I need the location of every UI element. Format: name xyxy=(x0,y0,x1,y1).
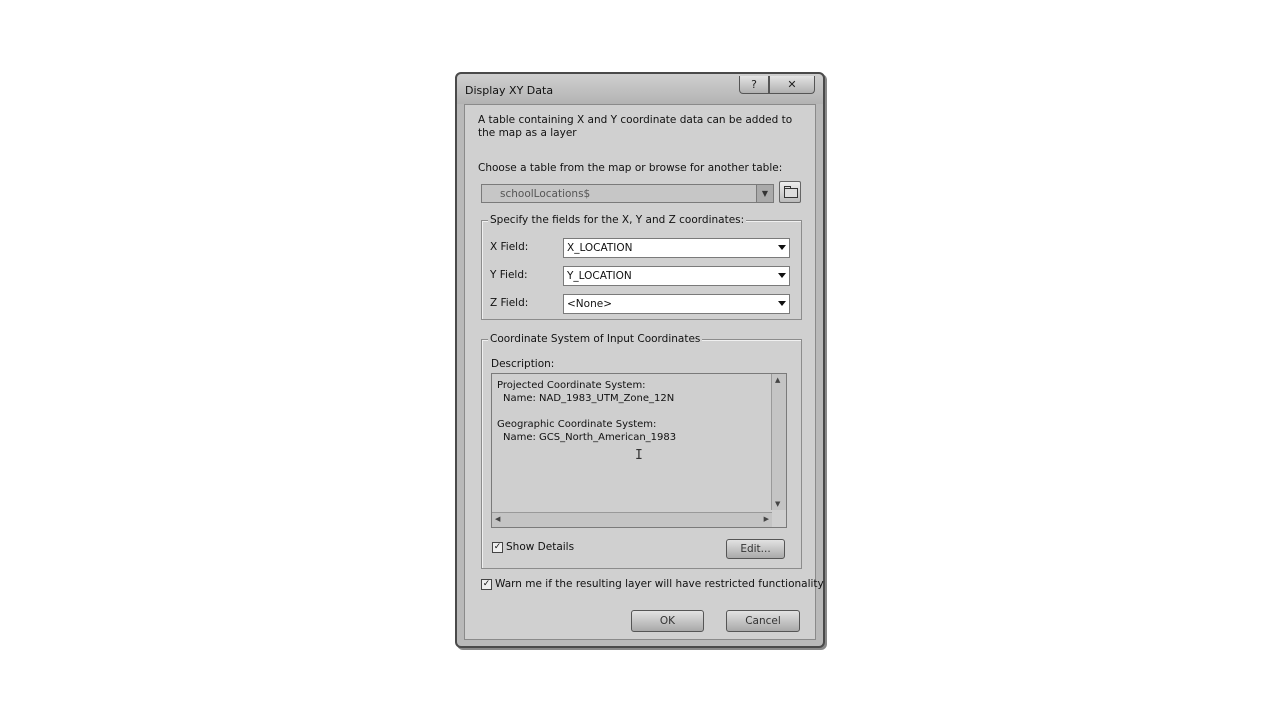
warn-checkbox[interactable]: ✓ xyxy=(481,579,492,590)
browse-table-button[interactable] xyxy=(779,181,801,203)
folder-icon xyxy=(784,188,798,198)
description-label: Description: xyxy=(491,358,555,370)
description-line: Geographic Coordinate System: xyxy=(497,419,657,430)
checkmark-icon: ✓ xyxy=(482,579,491,589)
y-field-select[interactable]: Y_LOCATION xyxy=(563,266,790,286)
table-select-value: schoolLocations$ xyxy=(500,188,591,200)
intro-text: A table containing X and Y coordinate da… xyxy=(478,114,793,139)
help-button[interactable]: ? xyxy=(739,76,769,94)
coordinate-system-legend: Coordinate System of Input Coordinates xyxy=(488,333,703,345)
cancel-button[interactable]: Cancel xyxy=(726,610,800,632)
warn-label: Warn me if the resulting layer will have… xyxy=(495,578,824,590)
z-field-select[interactable]: <None> xyxy=(563,294,790,314)
close-button[interactable]: ✕ xyxy=(769,76,815,94)
scroll-left-icon[interactable]: ◀ xyxy=(495,515,500,523)
y-field-value: Y_LOCATION xyxy=(567,270,632,282)
chevron-down-icon xyxy=(778,273,786,278)
z-field-value: <None> xyxy=(567,298,612,310)
scroll-right-icon[interactable]: ▶ xyxy=(764,515,769,523)
x-field-select[interactable]: X_LOCATION xyxy=(563,238,790,258)
description-line: Projected Coordinate System: xyxy=(497,380,646,391)
x-field-value: X_LOCATION xyxy=(567,242,633,254)
dialog-title: Display XY Data xyxy=(465,84,554,97)
description-line: Name: NAD_1983_UTM_Zone_12N xyxy=(503,393,675,404)
z-field-label: Z Field: xyxy=(490,297,529,309)
close-icon: ✕ xyxy=(787,78,797,91)
x-field-label: X Field: xyxy=(490,241,529,253)
edit-button[interactable]: Edit... xyxy=(726,539,785,559)
show-details-label: Show Details xyxy=(506,541,575,553)
checkmark-icon: ✓ xyxy=(493,542,502,552)
scroll-up-icon[interactable]: ▲ xyxy=(775,376,780,384)
chevron-down-icon xyxy=(778,245,786,250)
y-field-label: Y Field: xyxy=(490,269,528,281)
chevron-down-icon xyxy=(778,301,786,306)
text-cursor-icon: I xyxy=(635,448,643,463)
show-details-checkbox[interactable]: ✓ xyxy=(492,542,503,553)
table-chooser-label: Choose a table from the map or browse fo… xyxy=(478,162,783,174)
display-xy-data-dialog: Display XY Data ? ✕ A table containing X… xyxy=(455,72,825,648)
title-bar[interactable]: Display XY Data ? ✕ xyxy=(457,74,823,104)
fields-group: Specify the fields for the X, Y and Z co… xyxy=(481,214,802,320)
chevron-down-icon: ▼ xyxy=(756,185,773,202)
description-line: Name: GCS_North_American_1983 xyxy=(503,432,677,443)
ok-button[interactable]: OK xyxy=(631,610,704,632)
dialog-content: A table containing X and Y coordinate da… xyxy=(464,104,824,640)
fields-group-legend: Specify the fields for the X, Y and Z co… xyxy=(488,214,747,226)
horizontal-scrollbar[interactable]: ◀ ▶ xyxy=(492,512,772,527)
scroll-down-icon[interactable]: ▼ xyxy=(775,500,780,508)
vertical-scrollbar[interactable]: ▲ ▼ xyxy=(771,374,786,510)
table-select[interactable]: schoolLocations$ ▼ xyxy=(481,184,774,203)
